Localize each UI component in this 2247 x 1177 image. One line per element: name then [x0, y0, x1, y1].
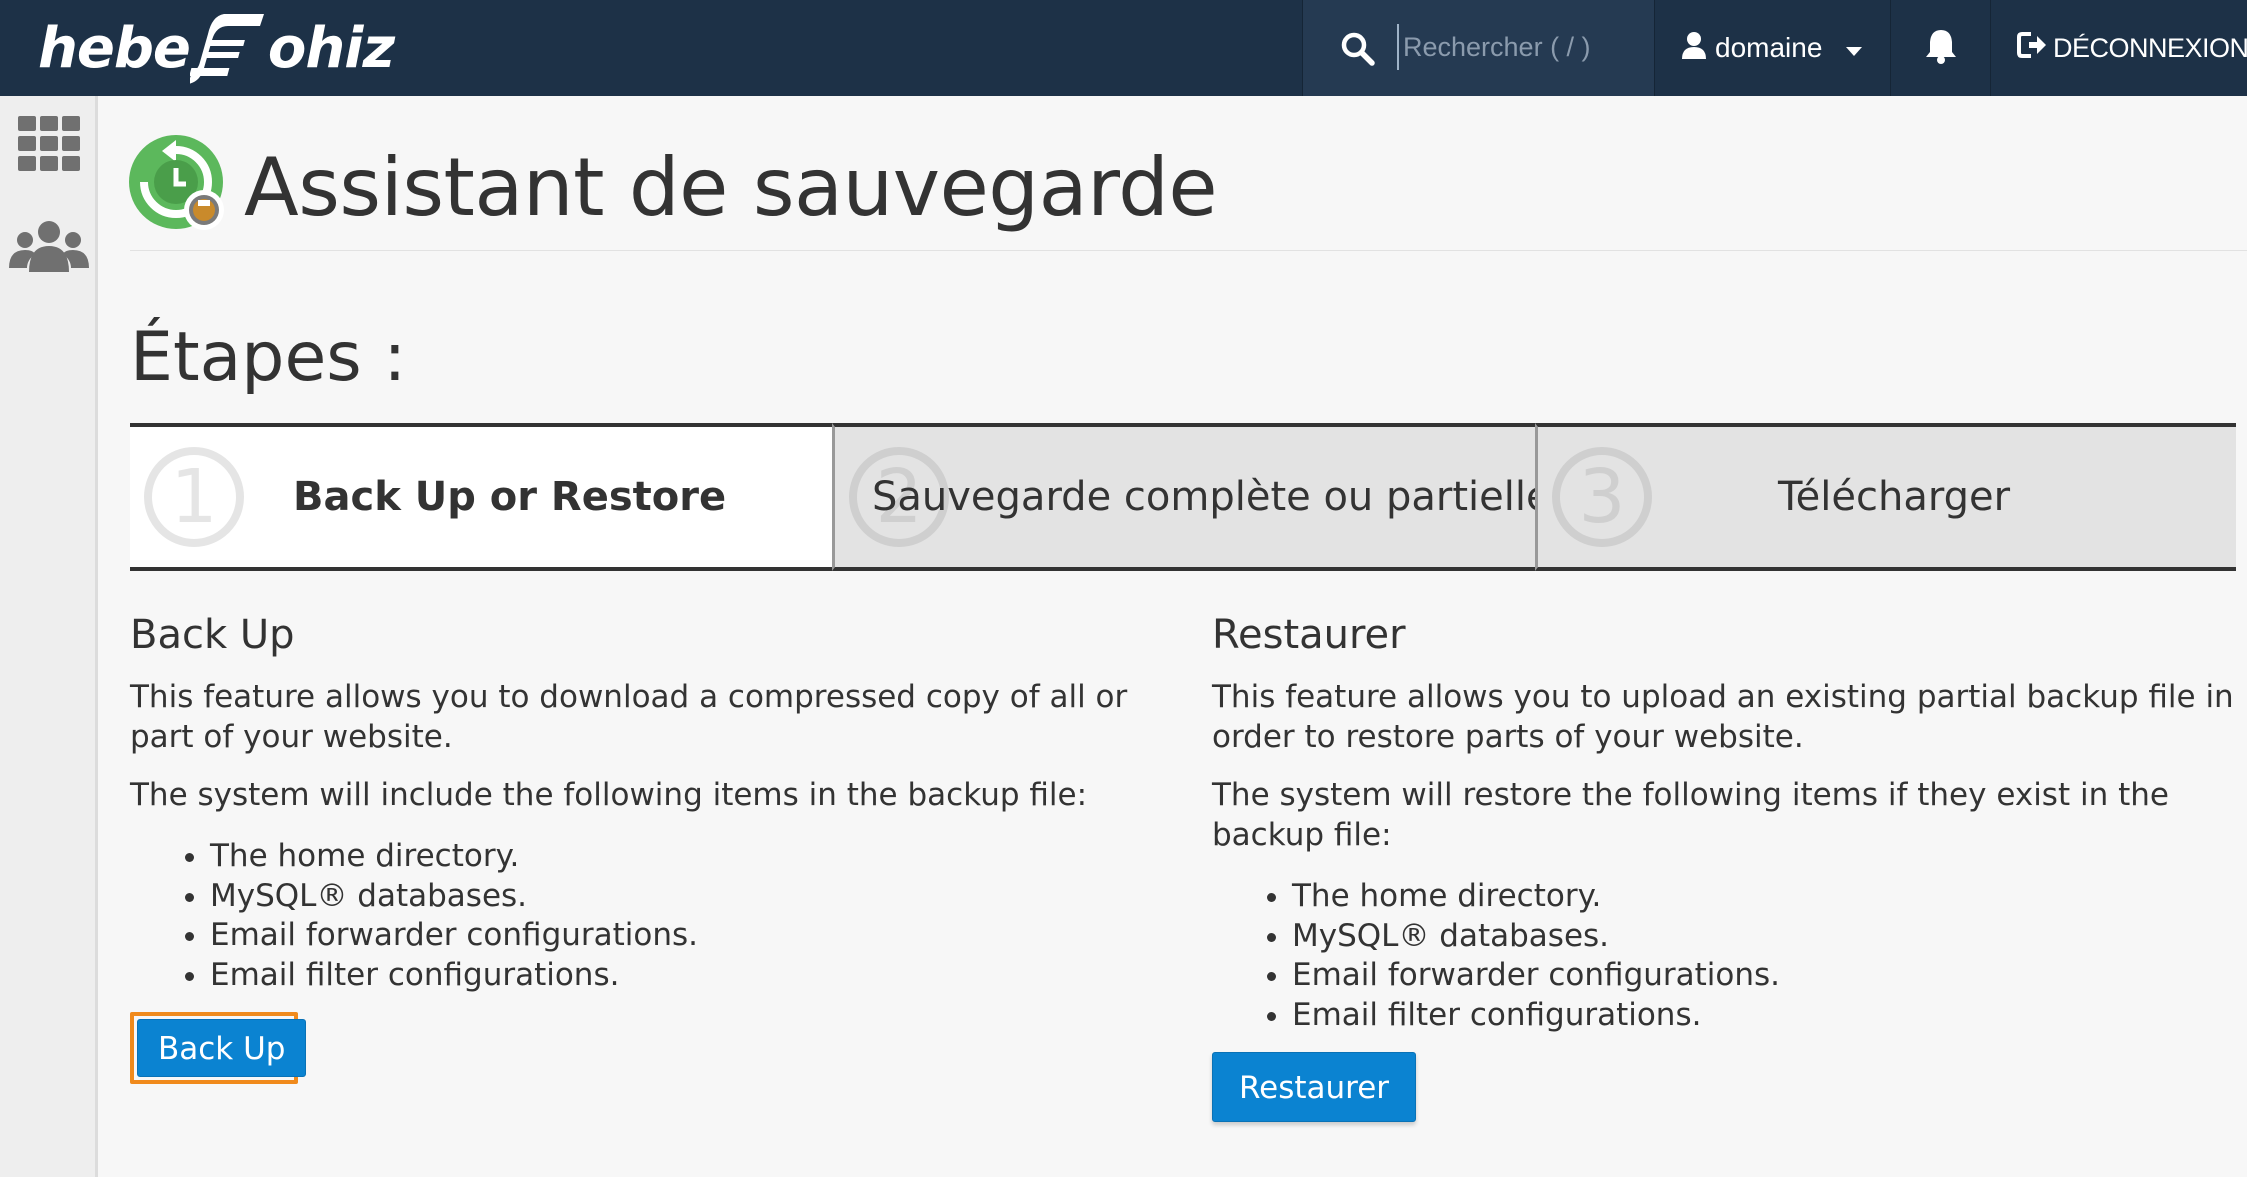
- title-divider: [130, 250, 2247, 251]
- step-3-download[interactable]: 3 Télécharger: [1535, 423, 2236, 571]
- list-item: Email forwarder configurations.: [1292, 956, 2242, 996]
- grid-icon: [18, 116, 80, 177]
- list-item: Email filter configurations.: [210, 956, 1180, 996]
- backup-section: Back Up This feature allows you to downl…: [130, 605, 1180, 995]
- list-item: Email filter configurations.: [1292, 996, 2242, 1036]
- page-title: Assistant de sauvegarde: [244, 141, 1218, 234]
- list-item: MySQL® databases.: [1292, 917, 2242, 957]
- list-item: The home directory.: [1292, 877, 2242, 917]
- step-label: Back Up or Restore: [293, 474, 727, 520]
- list-item: Email forwarder configurations.: [210, 916, 1180, 956]
- backup-intro: The system will include the following it…: [130, 777, 1088, 813]
- step-number: 3: [1552, 447, 1652, 547]
- search-box: [1302, 0, 1655, 96]
- restore-heading: Restaurer: [1212, 612, 1406, 658]
- top-navbar: hebe ohiz domaine: [0, 0, 2247, 96]
- restore-intro: The system will restore the following it…: [1212, 777, 2169, 853]
- logo-text-left: hebe: [38, 15, 191, 81]
- logo-mark-icon: [189, 14, 264, 84]
- restore-description: This feature allows you to upload an exi…: [1212, 679, 2234, 755]
- logout-label: DÉCONNEXION: [2053, 32, 2247, 63]
- search-input[interactable]: [1397, 24, 1645, 70]
- backup-description: This feature allows you to download a co…: [130, 679, 1128, 755]
- backup-heading: Back Up: [130, 612, 295, 658]
- logo-text-right: ohiz: [267, 15, 395, 81]
- restore-items-list: The home directory. MySQL® databases. Em…: [1212, 877, 2242, 1035]
- brand-logo[interactable]: hebe ohiz: [38, 6, 395, 90]
- restore-button[interactable]: Restaurer: [1212, 1052, 1417, 1122]
- user-menu[interactable]: domaine: [1654, 0, 1890, 96]
- restore-section: Restaurer This feature allows you to upl…: [1212, 605, 2242, 1035]
- logout-button[interactable]: DÉCONNEXION: [1990, 0, 2247, 96]
- wizard-steps: 1 Back Up or Restore 2 Sauvegarde complè…: [130, 423, 2236, 571]
- users-icon: [9, 220, 89, 277]
- backup-button[interactable]: Back Up: [137, 1019, 307, 1077]
- notifications-button[interactable]: [1890, 0, 1991, 96]
- list-item: MySQL® databases.: [210, 877, 1180, 917]
- bell-icon: [1924, 28, 1958, 69]
- chevron-down-icon: [1846, 32, 1863, 64]
- step-2-full-or-partial[interactable]: 2 Sauvegarde complète ou partielle: [832, 423, 1535, 571]
- rail-item-apps[interactable]: [0, 116, 98, 177]
- backup-wizard-icon: [128, 134, 228, 239]
- left-rail: [0, 96, 98, 1177]
- step-label: Sauvegarde complète ou partielle: [872, 474, 1535, 520]
- logout-icon: [2017, 31, 2047, 66]
- backup-items-list: The home directory. MySQL® databases. Em…: [130, 837, 1180, 995]
- steps-heading: Étapes :: [130, 318, 407, 397]
- search-icon[interactable]: [1341, 32, 1375, 71]
- user-icon: [1681, 31, 1707, 66]
- rail-item-users[interactable]: [0, 220, 98, 277]
- user-name: domaine: [1715, 32, 1823, 63]
- step-1-backup-or-restore[interactable]: 1 Back Up or Restore: [130, 423, 832, 571]
- list-item: The home directory.: [210, 837, 1180, 877]
- step-number: 1: [144, 447, 244, 547]
- step-label: Télécharger: [1778, 474, 2011, 520]
